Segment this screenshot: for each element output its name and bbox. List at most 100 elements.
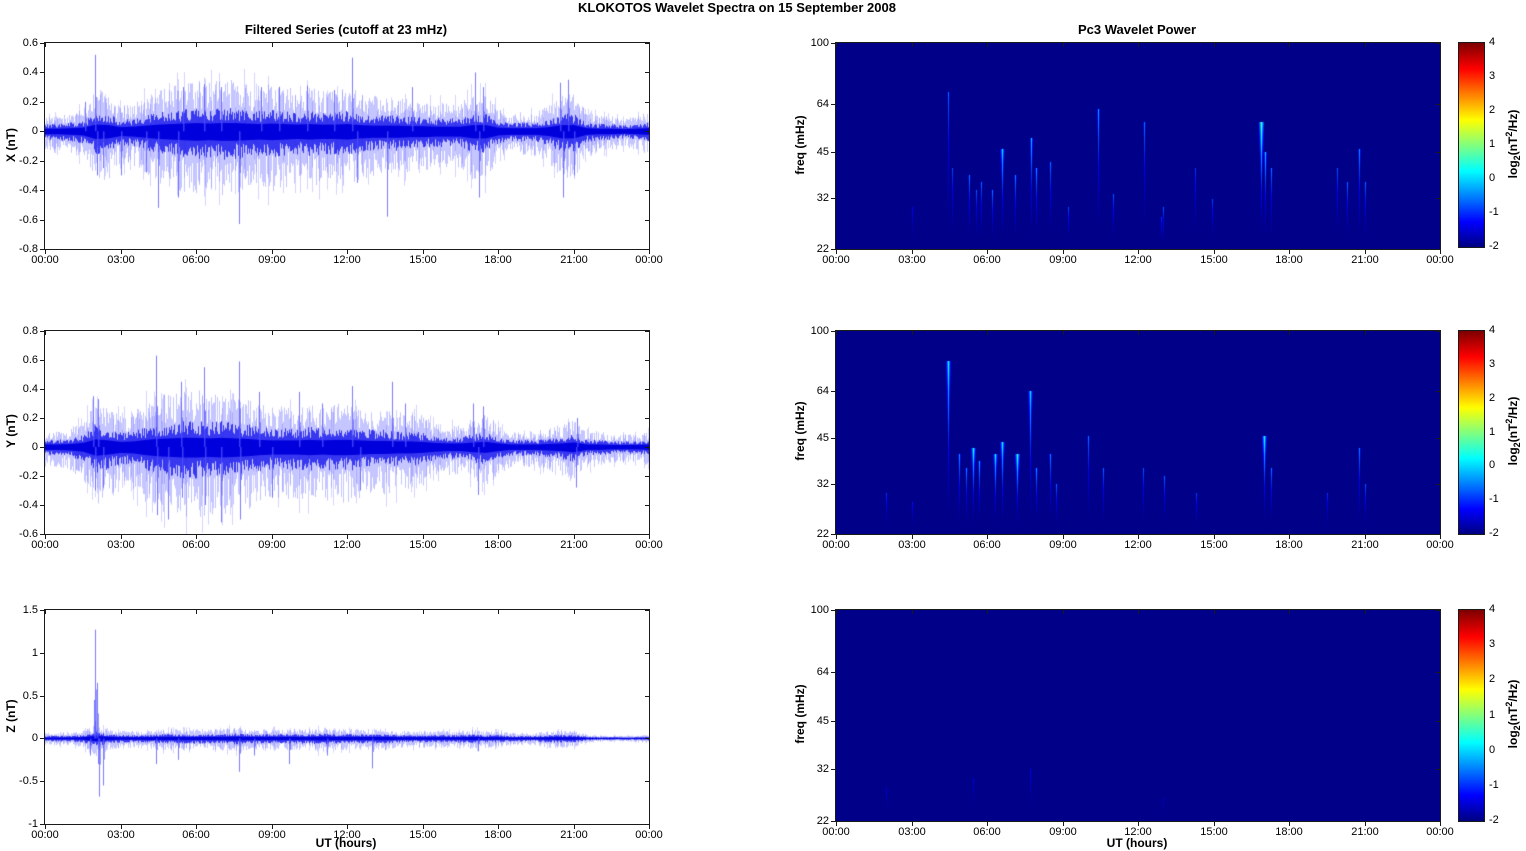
y-tick-label: -0.4 [19, 184, 38, 196]
x-tick-mark-top [347, 610, 348, 614]
x-tick-label: 06:00 [973, 254, 1001, 266]
y-tick-label: 0.2 [22, 412, 38, 424]
x-tick-label: 03:00 [107, 254, 135, 266]
y-tick-mark [40, 220, 45, 221]
y-tick-mark-right [645, 249, 649, 250]
x-tick-label: 21:00 [560, 254, 588, 266]
timeseries-canvas-y [45, 331, 649, 534]
colorbar-tick-label: 2 [1489, 104, 1496, 116]
y-tick-mark [40, 331, 45, 332]
y-tick-mark-right [645, 389, 649, 390]
x-tick-label: 00:00 [31, 539, 59, 551]
y-tick-mark-right [645, 190, 649, 191]
ylabel-freq-row2: freq (mHz) [793, 401, 807, 461]
y-tick-mark-right [645, 360, 649, 361]
x-tick-mark-top [912, 331, 913, 335]
colorbar-tick-label: 3 [1489, 70, 1496, 82]
y-tick-mark [40, 418, 45, 419]
y-tick-mark-right [1436, 672, 1440, 673]
y-tick-label: 32 [816, 192, 829, 204]
timeseries-canvas-z [45, 610, 649, 824]
x-tick-label: 12:00 [1124, 539, 1152, 551]
x-tick-label: 00:00 [635, 254, 663, 266]
colorbar-row3 [1458, 609, 1485, 822]
timeseries-plot-x: 00:00 03:00 06:00 09:00 12:00 15:00 18:00 21:00… [19, 37, 663, 266]
wavelet-plot-y: 00:00 03:00 06:00 09:00 12:00 15:00 18:00 21:00… [811, 325, 1454, 551]
colorbar-canvas-row1 [1459, 43, 1484, 247]
y-tick-mark-right [645, 102, 649, 103]
x-tick-mark-top [1063, 610, 1064, 614]
x-tick-mark-top [1138, 331, 1139, 335]
y-tick-mark-right [1436, 391, 1440, 392]
y-tick-mark-right [1436, 104, 1440, 105]
x-tick-label: 00:00 [1426, 539, 1454, 551]
y-tick-mark-right [645, 781, 649, 782]
x-tick-mark-top [1365, 43, 1366, 47]
x-tick-mark-top [1214, 331, 1215, 335]
y-tick-label: 100 [810, 325, 829, 337]
y-tick-mark [40, 43, 45, 44]
x-tick-label: 18:00 [484, 254, 512, 266]
y-tick-mark [831, 534, 836, 535]
right-column-title: Pc3 Wavelet Power [1077, 22, 1196, 37]
x-tick-label: 00:00 [822, 254, 850, 266]
x-tick-mark-top [272, 43, 273, 47]
x-tick-mark-top [1214, 610, 1215, 614]
y-tick-mark-right [645, 696, 649, 697]
y-tick-mark-right [1436, 484, 1440, 485]
x-tick-mark-top [1440, 43, 1441, 47]
y-tick-mark [40, 534, 45, 535]
y-tick-mark-right [1436, 610, 1440, 611]
x-tick-mark-top [45, 610, 46, 614]
x-tick-mark-top [1365, 610, 1366, 614]
colorbar-unit-label-row2: log2(nT2/Hz) [1503, 396, 1523, 466]
y-tick-mark-right [645, 505, 649, 506]
y-tick-label: 0.5 [22, 690, 38, 702]
colorbar-tick-label: -1 [1489, 493, 1499, 506]
x-tick-mark-top [987, 331, 988, 335]
y-tick-label: 0 [31, 441, 38, 453]
ylabel-y-nt: Y (nT) [4, 414, 18, 448]
timeseries-plot-z: 00:00 03:00 06:00 09:00 12:00 15:00 18:00 21:00… [19, 604, 663, 841]
y-tick-mark [831, 438, 836, 439]
xlabel-left: UT (hours) [315, 836, 377, 850]
x-tick-label: 06:00 [182, 539, 210, 551]
x-tick-label: 00:00 [635, 539, 663, 551]
y-tick-label: -0.5 [19, 775, 38, 787]
x-tick-mark-top [1289, 43, 1290, 47]
y-tick-mark-right [1436, 821, 1440, 822]
x-tick-label: 15:00 [1200, 254, 1228, 266]
ylabel-freq-row3: freq (mHz) [793, 684, 807, 744]
x-tick-mark-top [423, 43, 424, 47]
x-tick-label: 00:00 [822, 539, 850, 551]
y-tick-mark [831, 769, 836, 770]
y-tick-mark [40, 824, 45, 825]
y-tick-label: 64 [816, 385, 829, 397]
y-tick-mark [40, 447, 45, 448]
y-tick-label: -0.2 [19, 155, 38, 167]
y-tick-mark-right [1436, 721, 1440, 722]
x-tick-mark-top [836, 610, 837, 614]
x-tick-mark-top [423, 331, 424, 335]
y-tick-mark-right [645, 534, 649, 535]
y-tick-mark [831, 484, 836, 485]
x-tick-mark-top [987, 610, 988, 614]
x-tick-mark-top [196, 331, 197, 335]
x-tick-label: 06:00 [182, 254, 210, 266]
x-tick-mark-top [649, 610, 650, 614]
wavelet-canvas-y [836, 331, 1440, 534]
y-tick-label: -0.8 [19, 243, 38, 255]
x-tick-mark-top [347, 331, 348, 335]
x-tick-label: 09:00 [258, 254, 286, 266]
x-tick-label: 12:00 [1124, 254, 1152, 266]
y-tick-mark [40, 161, 45, 162]
colorbar-row2 [1458, 330, 1485, 535]
x-tick-label: 21:00 [1351, 539, 1379, 551]
y-tick-label: 0.4 [22, 383, 38, 395]
y-tick-mark [831, 104, 836, 105]
y-tick-label: 22 [816, 243, 829, 255]
colorbar-tick-label: -2 [1489, 814, 1499, 826]
colorbar-canvas-row3 [1459, 610, 1484, 821]
colorbar-unit-label-row3: log2(nT2/Hz) [1503, 679, 1523, 749]
x-tick-mark-top [121, 43, 122, 47]
